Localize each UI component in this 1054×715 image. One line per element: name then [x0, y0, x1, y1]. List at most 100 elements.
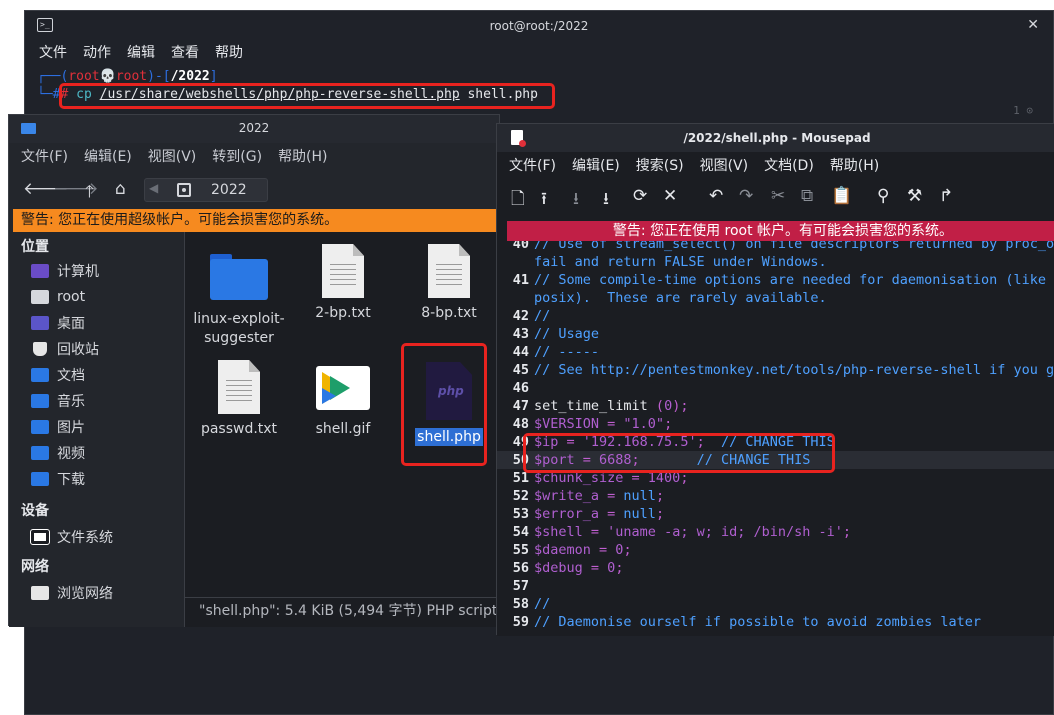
menu-edit[interactable]: 编辑 — [127, 41, 155, 67]
fm-title: 2022 — [238, 121, 270, 135]
code-line[interactable]: 54 $shell = 'uname -a; w; id; /bin/sh -i'… — [497, 523, 1054, 541]
file-item-text[interactable]: passwd.txt — [189, 360, 289, 439]
sidebar-section-places: 位置 — [21, 239, 49, 255]
sidebar-item-videos[interactable]: 视频 — [31, 442, 85, 464]
fm-menu-file[interactable]: 文件(F) — [21, 145, 68, 169]
mp-title: /2022/shell.php - Mousepad — [683, 131, 871, 145]
save-as-icon[interactable]: ⭳ — [603, 186, 609, 215]
code-line[interactable]: 43 // Usage — [497, 325, 1054, 343]
paste-icon[interactable]: 📋 — [831, 186, 852, 206]
code-text: set_time_limit (0); — [534, 398, 689, 414]
mp-menu-file[interactable]: 文件(F) — [509, 154, 556, 178]
go-to-line-icon[interactable]: ↱ — [939, 186, 953, 206]
home-icon[interactable]: ⌂ — [115, 179, 126, 199]
sidebar-item-root[interactable]: root — [31, 286, 85, 308]
file-item-text[interactable]: 2-bp.txt — [293, 244, 393, 323]
search-icon[interactable]: ⚲ — [877, 186, 889, 206]
file-item-text[interactable]: 8-bp.txt — [399, 244, 499, 323]
sidebar-item-desktop[interactable]: 桌面 — [31, 312, 85, 334]
line-number: 56 — [512, 560, 529, 576]
sidebar-item-browse-network[interactable]: 浏览网络 — [31, 582, 113, 604]
search-replace-icon[interactable]: ⚒ — [907, 186, 922, 206]
file-name: shell.gif — [315, 421, 371, 437]
code-line[interactable]: 55 $daemon = 0; — [497, 541, 1054, 559]
line-number: 58 — [512, 596, 529, 612]
code-line[interactable]: 52 $write_a = null; — [497, 487, 1054, 505]
code-line[interactable]: 58 // — [497, 595, 1054, 613]
fm-menu-help[interactable]: 帮助(H) — [278, 145, 327, 169]
pictures-folder-icon — [31, 420, 49, 434]
copy-icon[interactable]: ⧉ — [801, 186, 813, 206]
code-line[interactable]: 48 $VERSION = "1.0"; — [497, 415, 1054, 433]
redo-icon[interactable]: ↷ — [739, 186, 753, 206]
sidebar-item-music[interactable]: 音乐 — [31, 390, 85, 412]
path-segment-2022[interactable]: 2022 — [211, 182, 247, 198]
text-file-icon — [322, 244, 364, 298]
code-line[interactable]: 45 // See http://pentestmonkey.net/tools/… — [497, 361, 1054, 379]
code-text: // Daemonise ourself if possible to avoi… — [534, 614, 982, 630]
file-item-folder[interactable]: linux-exploit- suggester — [189, 250, 289, 348]
line-number: 44 — [512, 344, 529, 360]
reload-icon[interactable]: ⟳ — [633, 186, 647, 206]
terminal-titlebar[interactable]: >_ root@root:/2022 ✕ — [25, 11, 1053, 41]
fm-titlebar[interactable]: 2022 — [9, 115, 499, 143]
menu-help[interactable]: 帮助 — [215, 41, 243, 67]
computer-icon — [31, 264, 49, 278]
php-file-highlight-box — [401, 343, 487, 466]
line-number: 55 — [512, 542, 529, 558]
cut-icon[interactable]: ✂ — [771, 186, 785, 206]
file-name: 2-bp.txt — [315, 305, 371, 321]
code-line[interactable]: 44 // ----- — [497, 343, 1054, 361]
code-text: // — [534, 308, 551, 324]
sidebar-item-filesystem[interactable]: 文件系统 — [30, 526, 113, 548]
line-number: 48 — [512, 416, 529, 432]
fm-menu-edit[interactable]: 编辑(E) — [84, 145, 132, 169]
mp-menu-search[interactable]: 搜索(S) — [636, 154, 684, 178]
mp-menu-document[interactable]: 文档(D) — [764, 154, 814, 178]
code-line[interactable]: 57 — [497, 577, 1054, 595]
sidebar-item-downloads[interactable]: 下载 — [31, 468, 85, 490]
sidebar-item-trash[interactable]: 回收站 — [31, 338, 99, 360]
save-icon[interactable]: ⭳ — [573, 186, 579, 215]
code-line[interactable]: 46 — [497, 379, 1054, 397]
undo-icon[interactable]: ↶ — [709, 186, 723, 206]
code-line[interactable]: 40 // Use of stream_select() on file desc… — [497, 241, 1054, 253]
fm-menu-go[interactable]: 转到(G) — [212, 145, 262, 169]
line-number: 40 — [512, 241, 529, 252]
documents-folder-icon — [31, 368, 49, 382]
menu-view[interactable]: 查看 — [171, 41, 199, 67]
code-line[interactable]: fail and return FALSE under Windows. — [497, 253, 1054, 271]
code-line[interactable]: posix). These are rarely available. — [497, 289, 1054, 307]
drive-icon[interactable] — [177, 183, 191, 197]
code-line[interactable]: 41 // Some compile-time options are neede… — [497, 271, 1054, 289]
mp-menu-help[interactable]: 帮助(H) — [830, 154, 879, 178]
sidebar-item-pictures[interactable]: 图片 — [31, 416, 85, 438]
fm-menu-view[interactable]: 视图(V) — [148, 145, 197, 169]
terminal-indicator: 1 ⊙ — [1013, 104, 1033, 117]
file-item-image[interactable]: shell.gif — [293, 360, 393, 439]
menu-action[interactable]: 动作 — [83, 41, 111, 67]
line-number: 53 — [512, 506, 529, 522]
mousepad-window[interactable]: /2022/shell.php - Mousepad 文件(F) 编辑(E) 搜… — [496, 123, 1054, 636]
code-line[interactable]: 42 // — [497, 307, 1054, 325]
path-scroll-left-icon[interactable]: ◀ — [149, 181, 158, 195]
code-line[interactable]: 59 // Daemonise ourself if possible to av… — [497, 613, 1054, 631]
new-document-icon[interactable]: 🗋 — [511, 186, 525, 215]
mp-menu-view[interactable]: 视图(V) — [700, 154, 749, 178]
code-line[interactable]: 56 $debug = 0; — [497, 559, 1054, 577]
open-file-icon[interactable]: ⭱ — [541, 186, 547, 215]
up-arrow-icon[interactable]: 🡑 — [85, 179, 94, 208]
code-line[interactable]: 47 set_time_limit (0); — [497, 397, 1054, 415]
mp-titlebar[interactable]: /2022/shell.php - Mousepad — [497, 124, 1054, 152]
sidebar-item-documents[interactable]: 文档 — [31, 364, 85, 386]
close-document-icon[interactable]: ✕ — [663, 186, 677, 206]
file-manager-window[interactable]: 2022 文件(F) 编辑(E) 视图(V) 转到(G) 帮助(H) 🡐 🡒 🡑… — [8, 114, 501, 627]
text-file-icon — [428, 244, 470, 298]
file-name: linux-exploit- suggester — [193, 311, 285, 346]
close-icon[interactable]: ✕ — [1027, 17, 1039, 33]
menu-file[interactable]: 文件 — [39, 41, 67, 67]
path-bar[interactable]: ◀ 2022 — [144, 178, 268, 202]
mp-menu-edit[interactable]: 编辑(E) — [572, 154, 620, 178]
code-line[interactable]: 53 $error_a = null; — [497, 505, 1054, 523]
sidebar-item-computer[interactable]: 计算机 — [31, 260, 99, 282]
